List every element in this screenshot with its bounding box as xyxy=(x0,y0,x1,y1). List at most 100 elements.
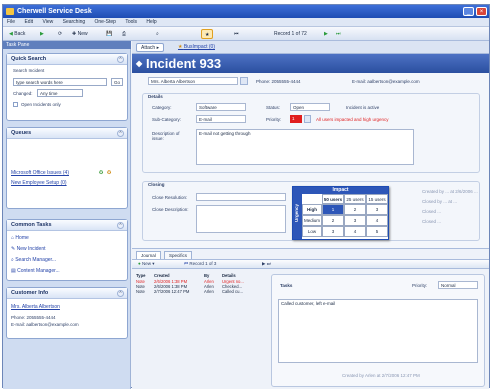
matrix-cell[interactable]: 4 xyxy=(344,226,366,237)
search-button[interactable]: ⌕ xyxy=(153,29,162,39)
matrix-cell[interactable]: 3 xyxy=(322,226,344,237)
new-incident-label: New Incident xyxy=(16,246,46,252)
matrix-col-header: 50 users xyxy=(322,194,344,204)
queue-refresh-icon[interactable]: ✪ xyxy=(99,170,103,176)
print-button[interactable]: ⎙ xyxy=(119,29,129,39)
form-body: Mrs. Alberta Albertson Phone: 2055555-44… xyxy=(132,73,489,248)
matrix-cell[interactable]: 3 xyxy=(366,204,388,215)
phone-text: Phone: 2055555-4444 xyxy=(256,79,301,84)
collapse-icon[interactable]: ⌃ xyxy=(117,56,124,63)
collapse-icon[interactable]: ⌃ xyxy=(117,290,124,297)
search-input[interactable]: type search words here xyxy=(13,78,107,86)
search-icon: ⌕ xyxy=(156,31,159,37)
priority-field[interactable]: 1 xyxy=(290,115,302,123)
bus-impact-icon: ★ xyxy=(178,44,183,50)
matrix-cell-selected[interactable]: 1 xyxy=(322,204,344,215)
incident-banner: ◆ Incident 933 xyxy=(132,54,489,73)
record-label: Record 1 of 72 xyxy=(274,31,307,37)
journal-new-label: New xyxy=(141,261,151,266)
content-manager-task[interactable]: ▤ Content Manager... xyxy=(11,268,60,274)
menu-help[interactable]: Help xyxy=(146,18,156,27)
close-description-field[interactable] xyxy=(196,205,286,233)
journal-first-icon[interactable]: ⏮ xyxy=(184,261,188,266)
cell-by: Arlen xyxy=(204,289,214,294)
task-footer: Created by Arlen at 2/7/2006 12:47 PM xyxy=(342,373,420,378)
cell-created: 2/7/2006 12:47 PM xyxy=(154,289,190,294)
task-priority-select[interactable]: Normal xyxy=(438,281,478,289)
customer-lookup-icon[interactable] xyxy=(240,77,248,85)
menu-bar: File Edit View Searching One-Step Tools … xyxy=(3,18,489,27)
forward-button[interactable]: ▶ xyxy=(37,29,47,39)
queue-office-issues[interactable]: Microsoft Office Issues (4) xyxy=(11,170,69,176)
new-incident-icon: ✎ xyxy=(11,246,16,252)
highlight-button[interactable]: ★ xyxy=(201,29,214,39)
search-manager-task[interactable]: ⌕ Search Manager... xyxy=(11,257,56,263)
journal-row[interactable]: Note 2/7/2006 12:47 PM Arlen Called cu... xyxy=(132,289,267,294)
description-field[interactable]: E-mail not getting through xyxy=(196,129,414,165)
menu-tools[interactable]: Tools xyxy=(125,18,137,27)
home-task[interactable]: ⌂ Home xyxy=(11,235,29,241)
common-tasks-title: Common Tasks xyxy=(7,220,127,231)
incident-title: Incident 933 xyxy=(146,56,222,71)
refresh-button[interactable]: ⟳ xyxy=(55,29,65,39)
collapse-icon[interactable]: ⌃ xyxy=(117,130,124,137)
menu-one-step[interactable]: One-Step xyxy=(95,18,116,27)
back-button[interactable]: ◀ Back xyxy=(6,29,28,39)
queues-panel: Queues ⌃ Microsoft Office Issues (4) New… xyxy=(6,127,128,209)
content-manager-icon: ▤ xyxy=(11,268,16,274)
first-record-button[interactable]: ⏮ xyxy=(231,29,242,39)
matrix-cell[interactable]: 4 xyxy=(366,215,388,226)
status-label: Status: xyxy=(266,105,281,110)
category-select[interactable]: Software xyxy=(196,103,246,111)
priority-dropdown-icon[interactable] xyxy=(304,115,311,123)
quick-search-panel: Quick Search ⌃ Search Incident type sear… xyxy=(6,53,128,121)
menu-edit[interactable]: Edit xyxy=(24,18,33,27)
main-toolbar: ◀ Back ▶ ⟳ ✚ New 💾 ⎙ ⌕ ★ ⏮ Record 1 of 7… xyxy=(3,27,489,41)
save-button[interactable]: 💾 xyxy=(103,29,115,39)
matrix-cell[interactable]: 2 xyxy=(322,215,344,226)
back-arrow-icon: ◀ xyxy=(9,31,13,37)
open-only-checkbox[interactable] xyxy=(13,102,18,107)
queue-new-employee[interactable]: New Employee Setup (0) xyxy=(11,180,67,186)
app-window: Cherwell Service Desk _ × File Edit View… xyxy=(2,4,490,389)
go-button[interactable]: Go xyxy=(111,78,123,86)
task-pane-header: Task Pane xyxy=(3,41,131,49)
matrix-cell[interactable]: 5 xyxy=(366,226,388,237)
menu-searching[interactable]: Searching xyxy=(63,18,86,27)
minimize-button[interactable]: _ xyxy=(463,7,474,16)
close-button[interactable]: × xyxy=(476,7,487,16)
quick-search-title: Quick Search xyxy=(7,54,127,65)
next-record-button[interactable]: ▶ xyxy=(321,29,331,39)
close-resolution-field[interactable] xyxy=(196,193,286,201)
journal-record-label: Record 1 of 3 xyxy=(189,261,217,266)
cell-type: Note xyxy=(136,289,145,294)
customer-field[interactable]: Mrs. Alberta Albertson xyxy=(148,77,238,85)
tab-specifics[interactable]: Specifics xyxy=(164,251,193,259)
tab-journal[interactable]: Journal xyxy=(136,251,161,259)
collapse-icon[interactable]: ⌃ xyxy=(117,222,124,229)
subcategory-label: Sub-Category: xyxy=(152,117,182,122)
bus-impact-link[interactable]: ★ BusImpact (0) xyxy=(178,44,215,50)
customer-name-link[interactable]: Mrs. Alberta Albertson xyxy=(11,304,60,310)
col-details: Details xyxy=(222,273,236,278)
subcategory-select[interactable]: E-mail xyxy=(196,115,246,123)
journal-nav[interactable]: ▶ ⏭ xyxy=(262,261,271,267)
journal-new-button[interactable]: ● New ▾ xyxy=(138,261,155,267)
menu-view[interactable]: View xyxy=(42,18,53,27)
record-indicator: Record 1 of 72 xyxy=(271,29,310,39)
matrix-cell[interactable]: 2 xyxy=(344,204,366,215)
new-button[interactable]: ✚ New xyxy=(69,29,91,39)
content-manager-label: Content Manager... xyxy=(17,268,60,274)
queue-settings-icon[interactable]: ✪ xyxy=(107,170,111,176)
status-select[interactable]: Open xyxy=(290,103,330,111)
menu-file[interactable]: File xyxy=(7,18,15,27)
task-text-field[interactable]: Called customer, left e-mail xyxy=(278,299,478,363)
new-incident-task[interactable]: ✎ New Incident xyxy=(11,246,46,252)
customer-info-title: Customer Info xyxy=(7,288,127,299)
attach-label: Attach xyxy=(141,45,156,51)
last-record-button[interactable]: ⏭ xyxy=(333,29,344,39)
back-label: Back xyxy=(14,31,26,37)
attach-button[interactable]: Attach ▸ xyxy=(136,43,165,52)
changed-select[interactable]: Any time xyxy=(37,89,83,97)
matrix-cell[interactable]: 3 xyxy=(344,215,366,226)
